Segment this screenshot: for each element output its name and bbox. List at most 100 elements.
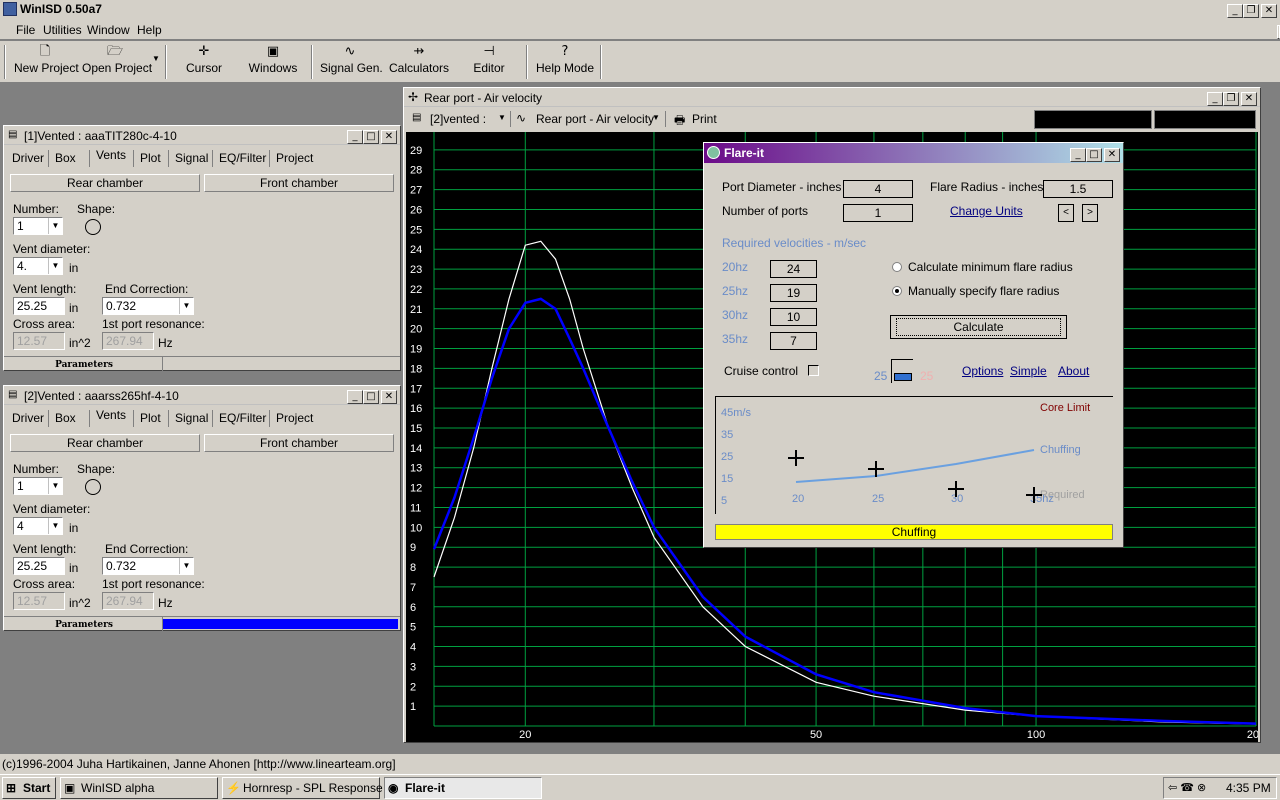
port-diameter-field[interactable]: 4 [843,180,913,198]
next-button[interactable]: > [1082,204,1098,222]
round-shape-icon[interactable] [85,479,101,495]
radio-min-flare[interactable] [892,262,902,272]
open-project-dropdown-icon[interactable]: ▼ [152,54,160,63]
close-icon[interactable]: ✕ [1261,4,1277,18]
num-ports-field[interactable]: 1 [843,204,913,222]
minimize-icon[interactable]: _ [347,390,363,404]
task-winisd[interactable]: ▣ WinISD alpha [60,777,218,799]
prev-button[interactable]: < [1058,204,1074,222]
rear-chamber-tab[interactable]: Rear chamber [10,174,200,192]
cruise-slider[interactable] [891,359,913,383]
end-correction-select[interactable]: 0.732 ▼ [102,557,194,575]
number-select[interactable]: 1 ▼ [13,217,63,235]
menu-window[interactable]: Window [87,23,130,37]
vent-length-field[interactable]: 25.25 [13,297,65,315]
velocity-20hz-field[interactable]: 24 [770,260,817,278]
end-correction-select[interactable]: 0.732 ▼ [102,297,194,315]
front-chamber-tab[interactable]: Front chamber [204,174,394,192]
tab-box[interactable]: Box [55,151,76,165]
y-tick-label: 23 [410,264,422,276]
menu-help[interactable]: Help [137,23,162,37]
maximize-icon[interactable]: □ [1086,148,1102,162]
cursor-button[interactable]: ✛ Cursor [180,43,228,81]
tab-project[interactable]: Project [276,411,313,425]
tab-project[interactable]: Project [276,151,313,165]
restore-icon[interactable]: ❐ [1243,4,1259,18]
minimize-icon[interactable]: _ [347,130,363,144]
flare-radius-field[interactable]: 1.5 [1043,180,1113,198]
maximize-icon[interactable]: □ [363,390,379,404]
close-icon[interactable]: ✕ [381,130,397,144]
number-select[interactable]: 1 ▼ [13,477,63,495]
minimize-icon[interactable]: _ [1070,148,1086,162]
progress-bar [162,619,398,629]
close-icon[interactable]: ✕ [381,390,397,404]
vent-diameter-select[interactable]: 4. ▼ [13,257,63,275]
velocity-30hz-field[interactable]: 10 [770,308,817,326]
graph-select[interactable]: ∿ Rear port - Air velocity ▼ [514,109,662,129]
y-tick-label: 14 [410,443,422,455]
maximize-icon[interactable]: □ [363,130,379,144]
task-flare-it[interactable]: ◉ Flare-it [384,777,542,799]
tab-plot[interactable]: Plot [140,411,161,425]
velocity-25hz-field[interactable]: 19 [770,284,817,302]
tray-icons[interactable]: ⇦ ☎ ⊗ [1168,781,1206,794]
tab-vents[interactable]: Vents [96,148,126,162]
calculators-button[interactable]: ⇸ Calculators [389,43,449,81]
open-project-button[interactable]: 🗁 Open Project [82,43,152,81]
vent-diameter-select[interactable]: 4 ▼ [13,517,63,535]
tab-driver[interactable]: Driver [12,411,44,425]
vent-length-field[interactable]: 25.25 [13,557,65,575]
tab-vents[interactable]: Vents [96,408,126,422]
winisd-icon: ▣ [64,781,76,795]
rear-chamber-tab[interactable]: Rear chamber [10,434,200,452]
print-button[interactable]: 🖶 Print [672,109,722,129]
radio-manual-flare[interactable] [892,286,902,296]
front-chamber-tab[interactable]: Front chamber [204,434,394,452]
tab-eq-filter[interactable]: EQ/Filter [219,151,266,165]
options-link[interactable]: Options [962,364,1003,378]
close-icon[interactable]: ✕ [1104,148,1120,162]
task-hornresp[interactable]: ⚡ Hornresp - SPL Response [222,777,383,799]
round-shape-icon[interactable] [85,219,101,235]
minimize-icon[interactable]: _ [1207,92,1223,106]
simple-link[interactable]: Simple [1010,364,1047,378]
start-button[interactable]: ⊞ Start [2,777,56,799]
plot-title: Rear port - Air velocity [424,91,543,105]
project-select[interactable]: ▤ [2]vented : ▼ [408,109,508,129]
tab-driver[interactable]: Driver [12,151,44,165]
tab-plot[interactable]: Plot [140,151,161,165]
tab-signal[interactable]: Signal [175,151,208,165]
calculate-button[interactable]: Calculate [890,315,1067,339]
wave-icon: ∿ [516,111,527,125]
close-icon[interactable]: ✕ [1241,92,1257,106]
y-tick-label: 1 [410,701,416,713]
about-link[interactable]: About [1058,364,1089,378]
minimize-icon[interactable]: _ [1227,4,1243,18]
parameters-status: Parameters [55,360,113,370]
chuffing-status-bar: Chuffing [715,524,1113,540]
cruise-control-checkbox[interactable] [808,365,819,376]
project-title: [2]Vented : aaarss265hf-4-10 [24,389,179,403]
tab-box[interactable]: Box [55,411,76,425]
chevron-down-icon: ▼ [652,113,660,122]
velocity-35hz-field[interactable]: 7 [770,332,817,350]
tab-signal[interactable]: Signal [175,411,208,425]
readout-box-1 [1034,110,1152,129]
y-tick-label: 12 [410,483,422,495]
flare-app-icon [707,146,720,159]
editor-button[interactable]: ⊣ Editor [468,43,510,81]
restore-icon[interactable]: ❐ [1223,92,1239,106]
change-units-link[interactable]: Change Units [950,204,1023,218]
menu-utilities[interactable]: Utilities [43,23,82,37]
signal-gen-button[interactable]: ∿ Signal Gen. [320,43,383,81]
y-tick-label: 20 [410,324,422,336]
y-tick-label: 16 [410,403,422,415]
help-mode-button[interactable]: ? Help Mode [536,43,594,81]
new-project-button[interactable]: 🗋 New Project [14,43,79,81]
windows-button[interactable]: ▣ Windows [246,43,300,81]
tab-eq-filter[interactable]: EQ/Filter [219,411,266,425]
flare-it-icon: ◉ [388,781,399,795]
shape-label: Shape: [77,202,116,216]
menu-file[interactable]: File [16,23,35,37]
